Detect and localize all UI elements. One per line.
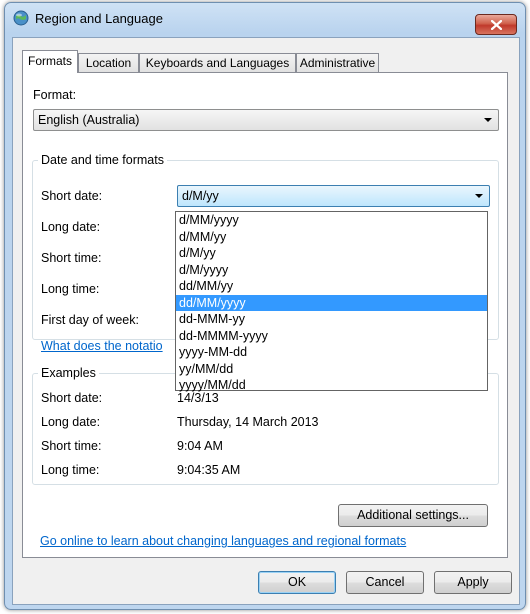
- example-long-time-value: 9:04:35 AM: [177, 463, 241, 477]
- dropdown-option[interactable]: yy/MM/dd: [176, 361, 487, 378]
- dropdown-option[interactable]: d/M/yyyy: [176, 262, 487, 279]
- notation-help-link[interactable]: What does the notatio: [41, 339, 163, 353]
- chevron-down-icon: [475, 194, 483, 198]
- dropdown-option[interactable]: dd/MM/yy: [176, 278, 487, 295]
- example-long-date-value: Thursday, 14 March 2013: [177, 415, 319, 429]
- example-short-time-label: Short time:: [41, 439, 102, 453]
- tab-administrative[interactable]: Administrative: [296, 53, 379, 72]
- example-long-date-label: Long date:: [41, 415, 101, 429]
- tab-keyboards-and-languages[interactable]: Keyboards and Languages: [139, 53, 296, 72]
- date-time-formats-title: Date and time formats: [38, 153, 167, 167]
- short-time-label: Short time:: [41, 251, 102, 265]
- long-date-label: Long date:: [41, 220, 101, 234]
- region-language-window: Region and Language Formats Location Key…: [4, 2, 526, 610]
- dropdown-option[interactable]: yyyy/MM/dd: [176, 377, 487, 394]
- close-button[interactable]: [475, 14, 517, 35]
- cancel-button[interactable]: Cancel: [346, 571, 424, 594]
- short-date-select-value: d/M/yy: [182, 189, 219, 203]
- dropdown-option-selected[interactable]: dd/MM/yyyy: [176, 294, 487, 311]
- dropdown-option[interactable]: d/MM/yy: [176, 229, 487, 246]
- globe-icon: [13, 10, 29, 26]
- online-help-link[interactable]: Go online to learn about changing langua…: [40, 534, 406, 548]
- format-label: Format:: [33, 88, 77, 102]
- format-select[interactable]: English (Australia): [33, 109, 499, 131]
- close-icon: [490, 19, 502, 30]
- short-date-dropdown-list[interactable]: d/MM/yyyy d/MM/yy d/M/yy d/M/yyyy dd/MM/…: [175, 211, 488, 394]
- short-date-label: Short date:: [41, 189, 103, 203]
- examples-title: Examples: [38, 366, 99, 380]
- additional-settings-button[interactable]: Additional settings...: [338, 504, 488, 527]
- short-date-select[interactable]: d/M/yy: [177, 185, 490, 207]
- example-short-date-label: Short date:: [41, 391, 103, 405]
- title-bar[interactable]: Region and Language: [5, 3, 525, 35]
- chevron-down-icon: [484, 118, 492, 122]
- format-select-value: English (Australia): [38, 113, 140, 127]
- example-short-time-value: 9:04 AM: [177, 439, 223, 453]
- dropdown-option[interactable]: dd-MMM-yy: [176, 311, 487, 328]
- ok-button[interactable]: OK: [258, 571, 336, 594]
- first-day-of-week-label: First day of week:: [41, 313, 139, 327]
- dropdown-option[interactable]: d/M/yy: [176, 245, 487, 262]
- dropdown-option[interactable]: dd-MMMM-yyyy: [176, 328, 487, 345]
- window-title: Region and Language: [35, 11, 163, 26]
- dropdown-option[interactable]: yyyy-MM-dd: [176, 344, 487, 361]
- example-long-time-label: Long time:: [41, 463, 100, 477]
- tab-formats[interactable]: Formats: [22, 50, 78, 73]
- long-time-label: Long time:: [41, 282, 100, 296]
- apply-button[interactable]: Apply: [434, 571, 512, 594]
- tab-location[interactable]: Location: [78, 53, 139, 72]
- dropdown-option[interactable]: d/MM/yyyy: [176, 212, 487, 229]
